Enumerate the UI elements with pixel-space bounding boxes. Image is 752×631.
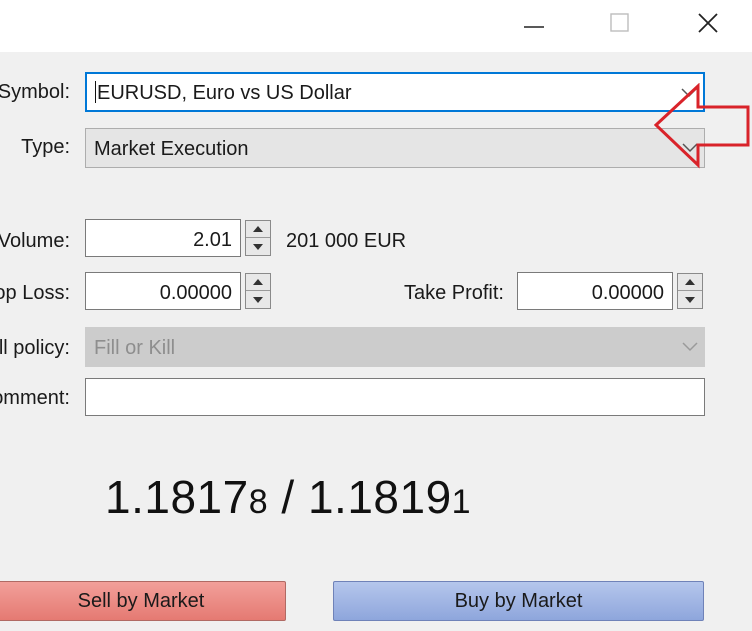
close-icon [698,13,718,33]
caret-down-icon [685,296,695,303]
symbol-select[interactable]: EURUSD, Euro vs US Dollar [85,72,705,112]
ask-price: 1.18191 [307,471,472,523]
comment-input[interactable] [85,378,705,416]
caret-up-icon [253,279,263,285]
volume-stepper[interactable] [245,220,271,256]
chevron-down-icon [682,342,698,352]
minimize-icon [524,26,544,28]
stop-loss-increment-button[interactable] [246,274,270,291]
text-cursor [95,81,96,103]
volume-increment-button[interactable] [246,221,270,238]
sell-by-market-button[interactable]: Sell by Market [0,581,286,621]
take-profit-decrement-button[interactable] [678,291,702,308]
maximize-icon [610,13,629,32]
type-select[interactable]: Market Execution [85,128,705,168]
fill-policy-select: Fill or Kill [85,327,705,367]
bid-ask-quote: 1.18178 / 1.18191 [105,470,471,529]
take-profit-input[interactable]: 0.00000 [517,272,673,310]
stop-loss-input[interactable]: 0.00000 [85,272,241,310]
maximize-button[interactable] [600,6,640,40]
close-button[interactable] [688,6,728,40]
take-profit-label: Take Profit: [403,282,504,304]
quote-separator: / [268,471,308,523]
minimize-button[interactable] [514,6,554,40]
symbol-value: EURUSD, Euro vs US Dollar [97,82,352,104]
buy-by-market-button[interactable]: Buy by Market [333,581,704,621]
volume-decrement-button[interactable] [246,238,270,255]
take-profit-stepper[interactable] [677,273,703,309]
type-value: Market Execution [94,138,249,160]
fill-policy-label: ll policy: [0,337,70,359]
stop-loss-stepper[interactable] [245,273,271,309]
volume-input[interactable]: 2.01 [85,219,241,257]
volume-hint: 201 000 EUR [286,230,407,252]
fill-policy-value: Fill or Kill [94,337,176,359]
comment-label: omment: [0,387,70,409]
take-profit-increment-button[interactable] [678,274,702,291]
stop-loss-decrement-button[interactable] [246,291,270,308]
symbol-label: Symbol: [0,81,70,103]
title-bar [0,0,752,52]
stop-loss-label: op Loss: [0,282,70,304]
volume-label: Volume: [0,230,70,252]
annotation-arrow-icon [654,83,750,169]
caret-down-icon [253,243,263,250]
type-label: Type: [21,136,70,158]
caret-up-icon [253,226,263,232]
bid-price: 1.18178 [105,471,269,523]
caret-up-icon [685,279,695,285]
caret-down-icon [253,296,263,303]
